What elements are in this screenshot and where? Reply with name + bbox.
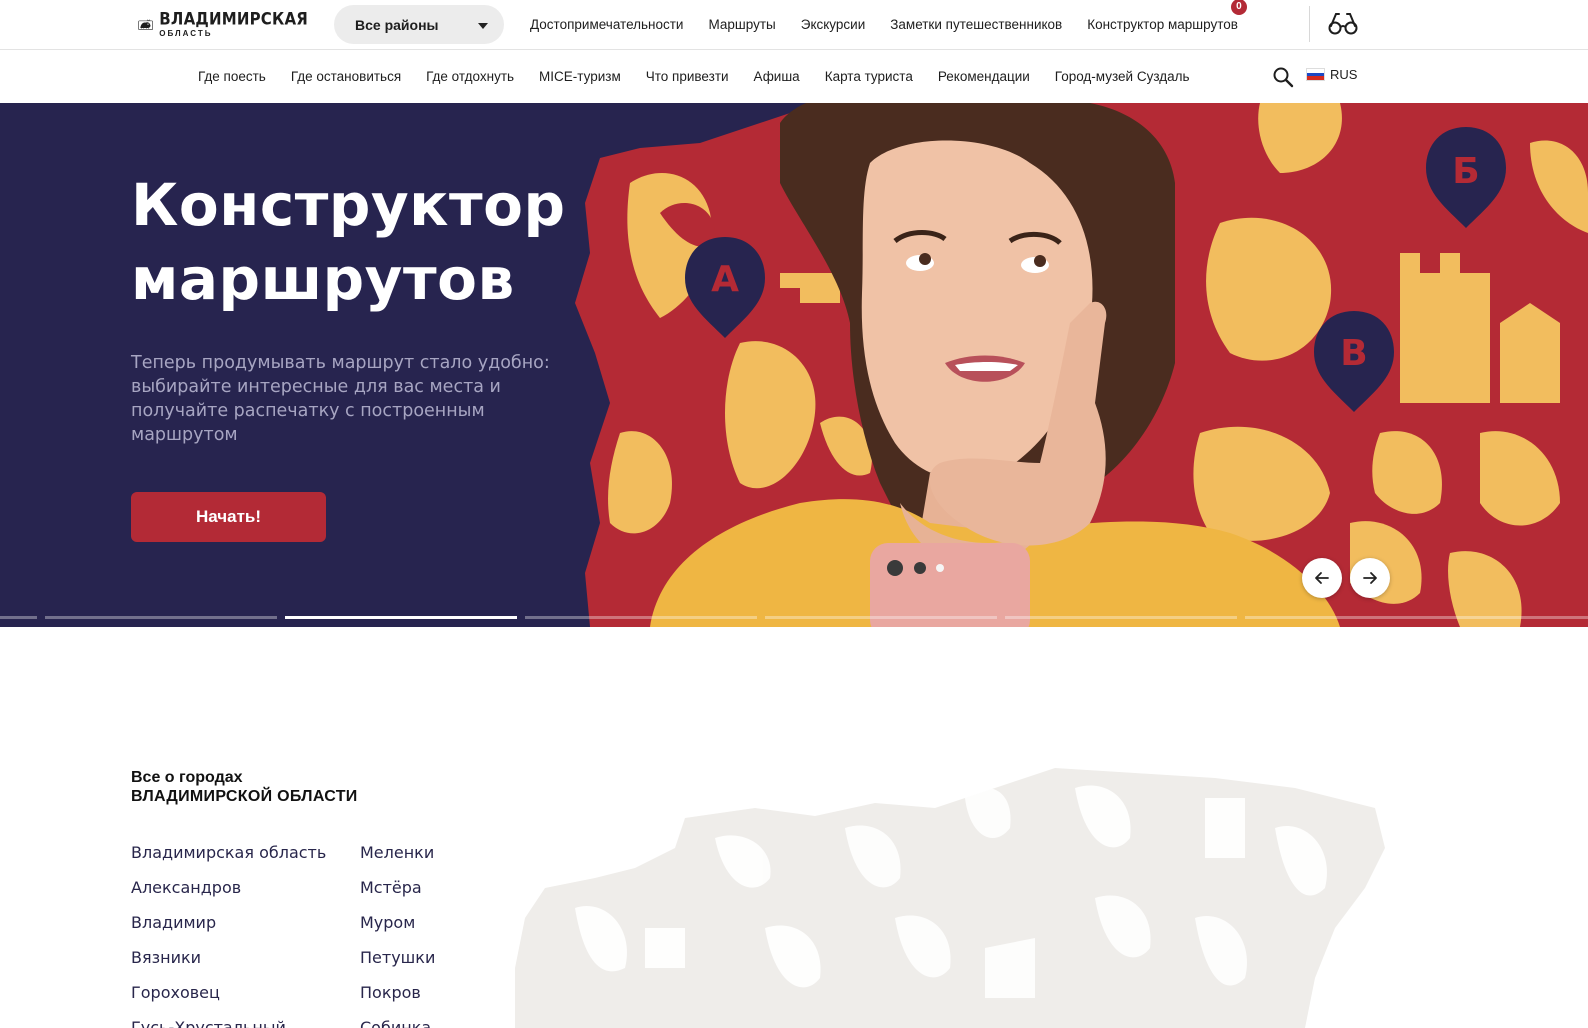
nav-sights[interactable]: Достопримечательности (530, 17, 683, 32)
slider-next-button[interactable] (1350, 558, 1390, 598)
subnav-suzdal[interactable]: Город-музей Суздаль (1055, 69, 1190, 84)
hero-description: Теперь продумывать маршрут стало удобно:… (131, 353, 550, 445)
cities-heading-line1: Все о городах (131, 769, 243, 786)
city-link[interactable]: Меленки (360, 843, 435, 878)
nav-excursions[interactable]: Экскурсии (801, 17, 866, 32)
cities-column-2: Меленки Мстёра Муром Петушки Покров Соби… (360, 843, 435, 1028)
subnav-where-to-eat[interactable]: Где поесть (198, 69, 266, 84)
subnav-tourist-map[interactable]: Карта туриста (825, 69, 913, 84)
subnav-events[interactable]: Афиша (754, 69, 800, 84)
slider-progress (0, 616, 1588, 619)
search-icon[interactable] (1272, 66, 1294, 88)
main-nav: Достопримечательности Маршруты Экскурсии… (530, 0, 1247, 48)
subnav-where-to-stay[interactable]: Где остановиться (291, 69, 401, 84)
subnav-souvenirs[interactable]: Что привезти (646, 69, 729, 84)
district-select-value: Все районы (355, 16, 439, 33)
slide-indicator[interactable] (45, 616, 277, 619)
nav-route-builder-label: Конструктор маршрутов (1087, 16, 1238, 32)
pin-v-label: В (1340, 333, 1367, 374)
route-builder-count-badge: 0 (1230, 0, 1247, 15)
language-switch[interactable]: RUS (1306, 67, 1357, 82)
cities-heading: Все о городах ВЛАДИМИРСКОЙ ОБЛАСТИ (131, 768, 358, 806)
city-link[interactable]: Александров (131, 878, 326, 913)
site-logo[interactable]: ВЛАДИМИРСКАЯ ОБЛАСТЬ (138, 6, 308, 44)
hero-title-line1: Конструктор (131, 171, 566, 239)
hero-title: Конструктор маршрутов (131, 168, 601, 316)
subnav-mice[interactable]: MICE-туризм (539, 69, 621, 84)
slide-indicator[interactable] (1245, 616, 1588, 619)
language-label: RUS (1330, 67, 1358, 82)
top-header: ВЛАДИМИРСКАЯ ОБЛАСТЬ Все районы Достопри… (0, 0, 1588, 50)
logo-subtitle: ОБЛАСТЬ (159, 29, 213, 38)
city-link[interactable]: Мстёра (360, 878, 435, 913)
russia-flag-icon (1306, 68, 1325, 81)
city-link[interactable]: Гороховец (131, 983, 326, 1018)
pin-a-label: А (711, 259, 739, 300)
slide-indicator[interactable] (1005, 616, 1237, 619)
nav-routes[interactable]: Маршруты (708, 17, 775, 32)
city-link[interactable]: Гусь-Хрустальный (131, 1018, 326, 1028)
caret-down-icon (478, 23, 488, 29)
region-map-illustration (515, 768, 1385, 1028)
district-select[interactable]: Все районы (334, 5, 504, 44)
slider-prev-button[interactable] (1302, 558, 1342, 598)
pin-b-label: Б (1452, 151, 1479, 192)
city-link[interactable]: Покров (360, 983, 435, 1018)
nav-travel-notes[interactable]: Заметки путешественников (890, 17, 1062, 32)
arrow-left-icon (1315, 572, 1329, 584)
subnav-where-to-rest[interactable]: Где отдохнуть (426, 69, 514, 84)
secondary-nav: Где поесть Где остановиться Где отдохнут… (0, 50, 1588, 102)
cities-column-1: Владимирская область Александров Владими… (131, 843, 326, 1028)
slide-indicator[interactable] (0, 616, 37, 619)
lion-emblem-icon (138, 19, 153, 30)
arrow-right-icon (1363, 572, 1377, 584)
city-link[interactable]: Владимирская область (131, 843, 326, 878)
header-divider (1309, 6, 1310, 42)
city-link[interactable]: Владимир (131, 913, 326, 948)
logo-title: ВЛАДИМИРСКАЯ (159, 9, 308, 29)
nav-route-builder[interactable]: Конструктор маршрутов 0 (1087, 0, 1247, 32)
city-link[interactable]: Петушки (360, 948, 435, 983)
city-link[interactable]: Вязники (131, 948, 326, 983)
slide-indicator[interactable] (765, 616, 997, 619)
hero-banner: А Б В Конструктор маршрутов Теперь проду… (0, 103, 1588, 627)
cities-heading-line2: ВЛАДИМИРСКОЙ ОБЛАСТИ (131, 788, 358, 805)
city-link[interactable]: Муром (360, 913, 435, 948)
glasses-icon[interactable] (1327, 10, 1359, 36)
start-button[interactable]: Начать! (131, 492, 326, 542)
slide-indicator[interactable] (525, 616, 757, 619)
subnav-recommendations[interactable]: Рекомендации (938, 69, 1030, 84)
city-link[interactable]: Собинка (360, 1018, 435, 1028)
hero-title-line2: маршрутов (131, 245, 515, 313)
slide-indicator-active[interactable] (285, 616, 517, 619)
